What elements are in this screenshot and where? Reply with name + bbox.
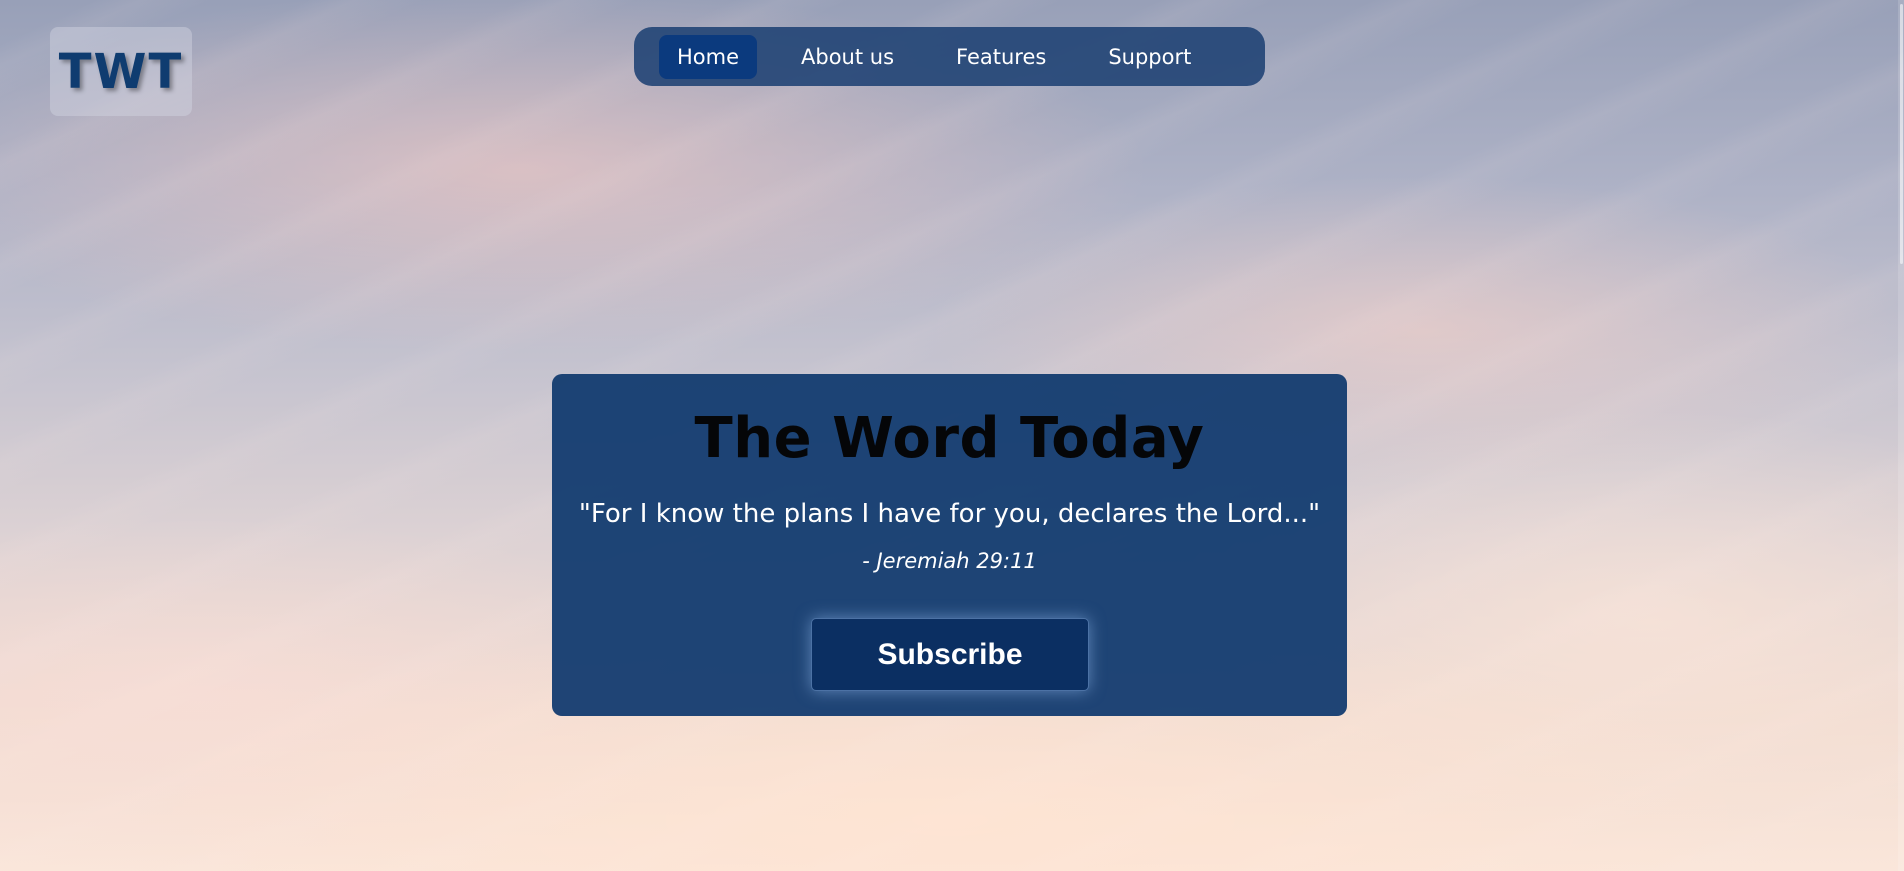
nav-item-features[interactable]: Features [938,35,1064,79]
main-navigation: Home About us Features Support [634,27,1265,86]
nav-item-support[interactable]: Support [1090,35,1209,79]
hero-title: The Word Today [694,406,1205,471]
page-scrollbar[interactable] [1898,0,1904,871]
verse-text: "For I know the plans I have for you, de… [578,499,1321,529]
logo-text: TWT [58,43,184,100]
nav-item-home[interactable]: Home [659,34,758,79]
verse-reference: - Jeremiah 29:11 [862,549,1037,573]
page-body: { "logo": { "text": "TWT" }, "nav": { "i… [0,0,1904,871]
nav-item-about-us[interactable]: About us [783,35,912,79]
subscribe-button[interactable]: Subscribe [811,618,1089,691]
scrollbar-thumb[interactable] [1900,4,1903,264]
site-logo[interactable]: TWT [50,27,192,116]
hero-card: The Word Today "For I know the plans I h… [552,374,1347,716]
